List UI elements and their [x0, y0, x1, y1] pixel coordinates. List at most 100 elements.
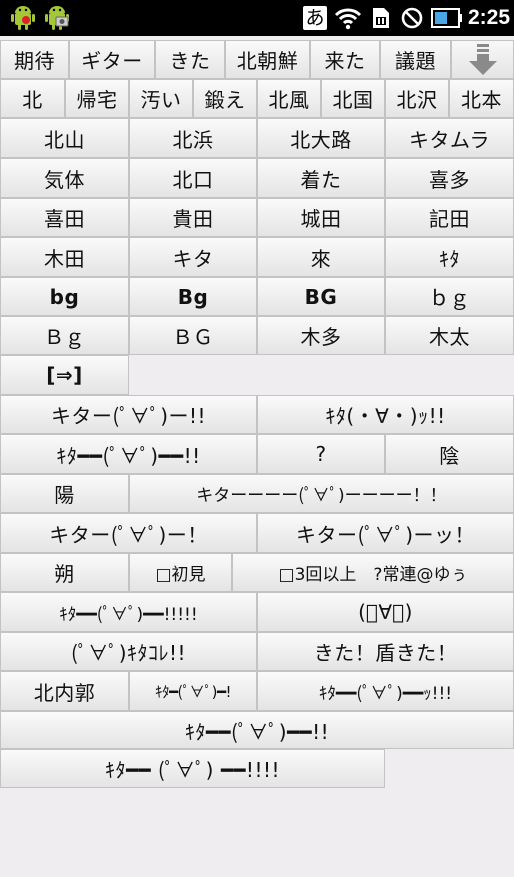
android-robot-camera-icon — [42, 0, 72, 36]
candidate-key[interactable]: ｷﾀ━━(ﾟ∀ﾟ)━━ｯ!!! — [257, 671, 514, 711]
candidate-label: きた！盾きた！ — [313, 641, 458, 665]
candidate-key[interactable]: 北朝鮮 — [225, 40, 310, 79]
candidate-key[interactable]: ｷﾀ━━ (ﾟ∀ﾟ) ━━!!!! — [0, 749, 385, 788]
candidate-label: 北内郭 — [33, 680, 96, 705]
candidate-key[interactable]: Ｂｇ — [0, 316, 129, 355]
candidate-key[interactable]: Bg — [129, 277, 257, 316]
candidate-label: 喜多 — [429, 167, 470, 192]
clock-time: 2:25 — [467, 6, 511, 29]
candidate-key[interactable]: キター(ﾟ∀ﾟ)ーッ！ — [257, 513, 514, 553]
candidate-label: □3回以上 ?常連@ゆぅ — [278, 565, 468, 585]
expand-candidates-button[interactable] — [451, 40, 514, 79]
candidate-label: ｷﾀ━━(ﾟ∀ﾟ)━━!! — [56, 443, 201, 468]
candidate-key[interactable]: 城田 — [257, 198, 385, 237]
candidate-key[interactable]: 北口 — [129, 158, 257, 198]
candidate-label: 木多 — [300, 325, 342, 349]
candidate-key[interactable]: (ﾟ∀ﾟ) — [257, 592, 514, 632]
candidate-label: ｷﾀ — [439, 246, 460, 271]
candidate-key[interactable]: 北山 — [0, 118, 129, 158]
candidate-label: ｷﾀ━(ﾟ∀ﾟ)━! — [155, 682, 232, 701]
candidate-label: BG — [304, 284, 338, 309]
candidate-label: 陰 — [439, 443, 460, 468]
candidate-key[interactable]: 着た — [257, 158, 385, 198]
candidate-key[interactable]: 北沢 — [385, 79, 449, 118]
candidate-key[interactable]: 喜多 — [385, 158, 514, 198]
candidate-key[interactable]: キター(ﾟ∀ﾟ)ー！ — [0, 513, 257, 553]
candidate-label: キターーーー(ﾟ∀ﾟ)ーーーー！！ — [196, 486, 447, 506]
candidate-label: 鍛え — [204, 88, 246, 112]
candidate-key[interactable]: キタ — [129, 237, 257, 277]
candidate-key[interactable]: ｷﾀ━━(ﾟ∀ﾟ)━━!!!!! — [0, 592, 257, 632]
candidate-key[interactable]: キターーーー(ﾟ∀ﾟ)ーーーー！！ — [129, 474, 514, 513]
candidate-key[interactable]: 來 — [257, 237, 385, 277]
candidate-key[interactable]: 帰宅 — [65, 79, 129, 118]
candidate-key[interactable]: キター(ﾟ∀ﾟ)ー!! — [0, 395, 257, 434]
candidate-label: ｷﾀ━━(ﾟ∀ﾟ)━━ｯ!!! — [318, 683, 453, 704]
candidate-key[interactable]: 北 — [0, 79, 65, 118]
candidate-key[interactable]: ｂｇ — [385, 277, 514, 316]
candidate-key[interactable]: 喜田 — [0, 198, 129, 237]
wifi-icon — [332, 0, 364, 36]
candidate-key[interactable]: □3回以上 ?常連@ゆぅ — [232, 553, 514, 592]
candidate-key[interactable]: キタムラ — [385, 118, 514, 158]
candidate-key[interactable]: きた — [155, 40, 225, 79]
battery-icon — [430, 0, 464, 36]
candidate-label: ｂｇ — [429, 286, 470, 310]
candidate-label: 北山 — [44, 127, 85, 152]
candidate-key[interactable]: bg — [0, 277, 129, 316]
candidate-label: 気体 — [44, 167, 85, 192]
candidate-key[interactable]: ｷﾀ━━(ﾟ∀ﾟ)━━!! — [0, 711, 514, 749]
candidate-key[interactable]: ｷﾀ━(ﾟ∀ﾟ)━! — [129, 671, 257, 711]
candidate-key[interactable]: 北風 — [257, 79, 321, 118]
candidate-key[interactable]: (ﾟ∀ﾟ)ｷﾀｺﾚ!! — [0, 632, 257, 671]
candidate-label: Bg — [177, 284, 209, 309]
candidate-key[interactable]: 北国 — [321, 79, 385, 118]
candidate-key[interactable]: 朔 — [0, 553, 129, 592]
candidate-key[interactable]: 記田 — [385, 198, 514, 237]
candidate-key[interactable]: 議題 — [380, 40, 451, 79]
candidate-key[interactable]: きた！盾きた！ — [257, 632, 514, 671]
status-bar: あ 2:25 — [0, 0, 514, 36]
candidate-key[interactable]: [⇒] — [0, 355, 129, 395]
candidate-key[interactable]: 鍛え — [193, 79, 257, 118]
candidate-label: 城田 — [300, 207, 342, 231]
candidate-key[interactable]: BG — [257, 277, 385, 316]
candidate-label: ? — [315, 442, 327, 466]
candidate-key[interactable]: 来た — [310, 40, 380, 79]
candidate-label: 北浜 — [172, 127, 214, 152]
candidate-label: 期待 — [14, 49, 55, 73]
candidate-key[interactable]: 気体 — [0, 158, 129, 198]
candidate-key[interactable]: 北浜 — [129, 118, 257, 158]
candidate-key[interactable]: 貴田 — [129, 198, 257, 237]
candidate-label: ＢＧ — [172, 325, 214, 349]
candidate-key[interactable]: ｷﾀ(・∀・)ｯ!! — [257, 395, 514, 434]
candidate-label: 北風 — [268, 88, 310, 112]
no-signal-icon — [398, 0, 426, 36]
candidate-key[interactable]: 汚い — [129, 79, 193, 118]
candidate-key[interactable]: ギター — [69, 40, 155, 79]
candidate-key[interactable]: 北内郭 — [0, 671, 129, 711]
sim-icon — [368, 0, 394, 36]
candidate-label: 朔 — [54, 562, 75, 586]
candidate-label: キター(ﾟ∀ﾟ)ーッ！ — [295, 522, 476, 547]
candidate-key[interactable]: 北本 — [449, 79, 514, 118]
candidate-label: 北国 — [332, 88, 374, 112]
candidate-key[interactable]: □初見 — [129, 553, 232, 592]
candidate-key[interactable]: 陰 — [385, 434, 514, 474]
candidate-key[interactable]: ＢＧ — [129, 316, 257, 355]
candidate-key[interactable]: 木太 — [385, 316, 514, 355]
candidate-key[interactable]: 陽 — [0, 474, 129, 513]
candidate-label: 來 — [310, 246, 332, 271]
candidate-key[interactable]: 北大路 — [257, 118, 385, 158]
candidate-label: キタ — [172, 246, 214, 271]
candidate-key[interactable]: 期待 — [0, 40, 69, 79]
candidate-key[interactable]: 木多 — [257, 316, 385, 355]
candidate-label: 着た — [300, 167, 342, 192]
candidate-key[interactable]: ｷﾀ — [385, 237, 514, 277]
candidate-key[interactable]: ｷﾀ━━(ﾟ∀ﾟ)━━!! — [0, 434, 257, 474]
candidate-label: キタムラ — [409, 127, 490, 152]
candidate-key[interactable]: 木田 — [0, 237, 129, 277]
candidate-key[interactable]: ? — [257, 434, 385, 474]
candidate-label: 北本 — [461, 88, 502, 112]
candidate-label: 北朝鮮 — [236, 49, 299, 73]
